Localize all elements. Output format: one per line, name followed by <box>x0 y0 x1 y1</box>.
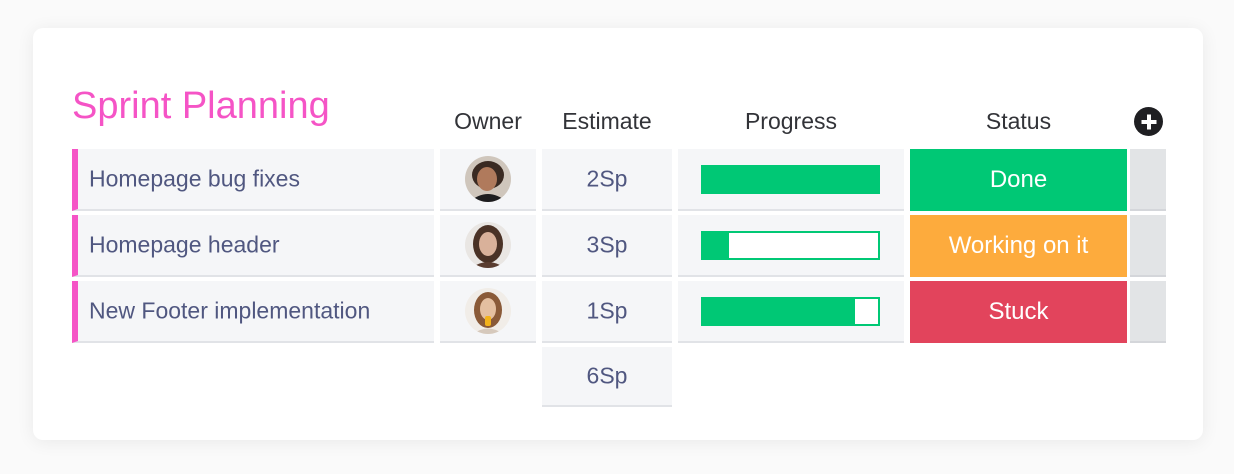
person-avatar-1[interactable] <box>465 156 511 202</box>
owner-cell[interactable] <box>440 215 536 277</box>
column-header-progress[interactable]: Progress <box>678 108 904 134</box>
estimate-cell[interactable]: 1Sp <box>542 281 672 343</box>
estimate-summary-cell: 6Sp <box>542 347 672 407</box>
estimate-total: 6Sp <box>586 362 628 389</box>
estimate-value: 3Sp <box>586 231 628 258</box>
owner-cell[interactable] <box>440 281 536 343</box>
estimate-value: 1Sp <box>586 297 628 324</box>
column-header-estimate[interactable]: Estimate <box>542 108 672 134</box>
status-label[interactable]: Working on it <box>910 215 1127 277</box>
row-end-cell <box>1130 149 1166 211</box>
row-end-cell <box>1130 215 1166 277</box>
progress-cell[interactable] <box>678 281 904 343</box>
item-name: Homepage bug fixes <box>89 165 300 192</box>
item-name-cell[interactable]: Homepage bug fixes <box>72 149 434 211</box>
progress-bar <box>701 231 880 260</box>
add-column-icon[interactable] <box>1134 107 1163 136</box>
owner-cell[interactable] <box>440 149 536 211</box>
status-label[interactable]: Stuck <box>910 281 1127 343</box>
column-header-owner[interactable]: Owner <box>440 108 536 134</box>
board-title[interactable]: Sprint Planning <box>72 84 330 128</box>
progress-fill <box>703 167 878 192</box>
item-name-cell[interactable]: New Footer implementation <box>72 281 434 343</box>
progress-bar <box>701 165 880 194</box>
person-avatar-3[interactable] <box>465 288 511 334</box>
progress-bar <box>701 297 880 326</box>
item-name: New Footer implementation <box>89 297 371 324</box>
person-avatar-2[interactable] <box>465 222 511 268</box>
estimate-cell[interactable]: 3Sp <box>542 215 672 277</box>
progress-cell[interactable] <box>678 149 904 211</box>
column-header-status[interactable]: Status <box>910 108 1127 134</box>
row-end-cell <box>1130 281 1166 343</box>
item-name: Homepage header <box>89 231 280 258</box>
estimate-cell[interactable]: 2Sp <box>542 149 672 211</box>
progress-cell[interactable] <box>678 215 904 277</box>
item-name-cell[interactable]: Homepage header <box>72 215 434 277</box>
progress-fill <box>703 233 730 258</box>
status-label[interactable]: Done <box>910 149 1127 211</box>
progress-fill <box>703 299 856 324</box>
estimate-value: 2Sp <box>586 165 628 192</box>
